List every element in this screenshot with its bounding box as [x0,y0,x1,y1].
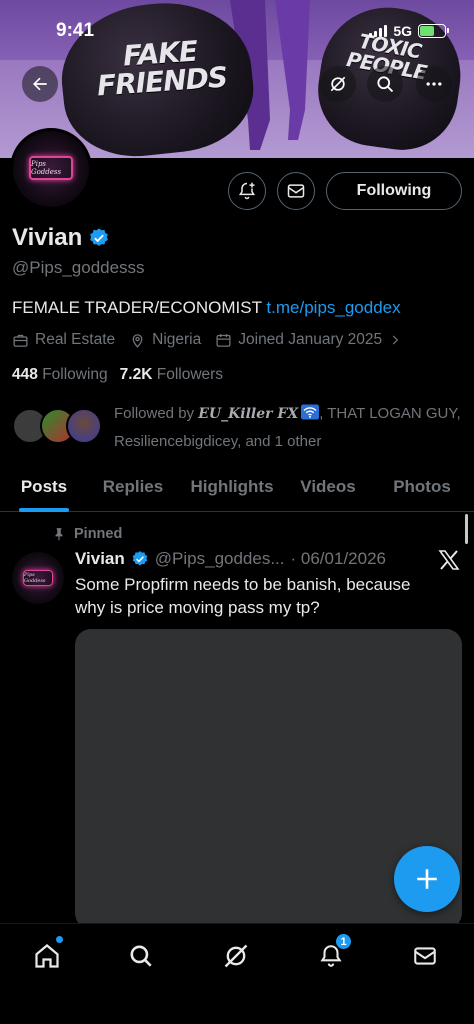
following-stat-label: Following [42,366,108,383]
status-indicators: 5G [369,23,449,39]
following-count: 448 [12,366,38,383]
back-button[interactable] [22,66,58,102]
followed-by-prefix: Followed by [114,405,199,422]
verified-badge-icon[interactable] [88,227,110,249]
tab-replies[interactable]: Replies [88,462,178,512]
nav-home[interactable] [27,936,67,976]
search-icon [130,945,152,967]
plus-icon [417,869,437,889]
status-bar: 9:41 5G [0,20,474,44]
battery-icon [418,24,449,38]
network-label: 5G [393,23,412,39]
location-label: Nigeria [152,331,202,348]
profile-stats: 448 Following 7.2K Followers [12,366,223,384]
wifi-emoji-icon [301,404,320,420]
x-logo-icon[interactable] [437,548,461,572]
post-author-handle: @Pips_goddes... [154,549,285,568]
profile-name-row: Vivian [12,224,110,252]
signal-icon [369,25,388,37]
followed-by-user1: EU_Killer FX [198,406,299,422]
search-button[interactable] [367,66,403,102]
post-header: Vivian @Pips_goddes... · 06/01/2026 [75,549,386,569]
post-avatar-image: Pips Goddess [12,552,64,604]
more-button[interactable] [416,66,452,102]
nav-grok[interactable] [216,936,256,976]
pinned-text: Pinned [74,526,123,542]
nav-notifications[interactable]: 1 [311,933,352,976]
pinned-label: Pinned [52,526,122,542]
avatar-logo: Pips Goddess [29,156,73,180]
category-label: Real Estate [35,331,116,348]
chevron-right-icon [393,335,399,345]
envelope-icon [287,184,305,198]
calendar-icon [216,333,231,347]
nav-search[interactable] [121,936,161,976]
tab-photos[interactable]: Photos [370,462,474,512]
banner-text-fake-friends: FAKE FRIENDS [95,34,229,103]
bio-link[interactable]: t.me/pips_goddex [266,298,400,317]
following-button[interactable]: Following [326,172,462,210]
home-unread-dot [56,936,63,943]
post-date: · 06/01/2026 [290,549,386,568]
location-pin-icon [132,333,143,348]
home-icon [35,944,59,968]
profile-tabs: Posts Replies Highlights Videos Photos [0,462,474,512]
back-arrow-icon [33,77,47,91]
following-stat[interactable]: 448 Following [12,366,108,384]
pin-icon [55,528,63,541]
followers-count: 7.2K [119,366,153,383]
verified-badge-icon [132,551,148,566]
search-icon [377,76,394,93]
joined-label: Joined January 2025 [238,331,383,348]
profile-handle: @Pips_goddesss [12,258,145,277]
profile-name: Vivian [12,224,83,251]
tab-highlights[interactable]: Highlights [178,462,286,512]
avatar-image: Pips Goddess [13,131,89,207]
mini-avatar [66,408,102,444]
more-icon [426,82,442,86]
profile-avatar[interactable]: Pips Goddess [10,128,92,210]
grok-button[interactable] [320,66,356,102]
nav-messages[interactable] [405,936,445,976]
notifications-badge: 1 [335,933,352,950]
tab-videos[interactable]: Videos [286,462,370,512]
meta-joined[interactable]: Joined January 2025 [215,331,402,349]
tab-posts[interactable]: Posts [0,462,88,512]
profile-bio: FEMALE TRADER/ECONOMIST t.me/pips_goddex [12,298,401,318]
followed-by-avatars [12,408,104,452]
grok-icon [224,944,248,968]
post-text: Some Propfirm needs to be banish, becaus… [75,575,411,617]
followed-by-text: Followed by EU_Killer FX, THAT LOGAN GUY… [114,400,462,455]
post-author-name[interactable]: Vivian [75,549,125,569]
compose-button[interactable] [394,846,460,912]
message-button[interactable] [277,172,315,210]
messages-icon [414,947,436,965]
followers-stat[interactable]: 7.2K Followers [120,366,223,384]
post-avatar-logo: Pips Goddess [23,570,53,586]
followers-stat-label: Followers [156,366,224,383]
bell-plus-icon [238,182,256,200]
post-avatar[interactable]: Pips Goddess [12,552,64,604]
profile-meta: Real Estate Nigeria Joined January 2025 [12,331,402,349]
status-time: 9:41 [56,20,95,41]
followed-by[interactable]: Followed by EU_Killer FX, THAT LOGAN GUY… [12,400,462,455]
notify-button[interactable] [228,172,266,210]
grok-icon [330,76,346,92]
bottom-navigation: 1 [0,923,474,1024]
meta-location: Nigeria [129,331,201,349]
scrollbar[interactable] [465,514,468,544]
briefcase-icon [13,334,28,347]
meta-category: Real Estate [12,331,115,349]
bio-text: FEMALE TRADER/ECONOMIST [12,298,267,317]
